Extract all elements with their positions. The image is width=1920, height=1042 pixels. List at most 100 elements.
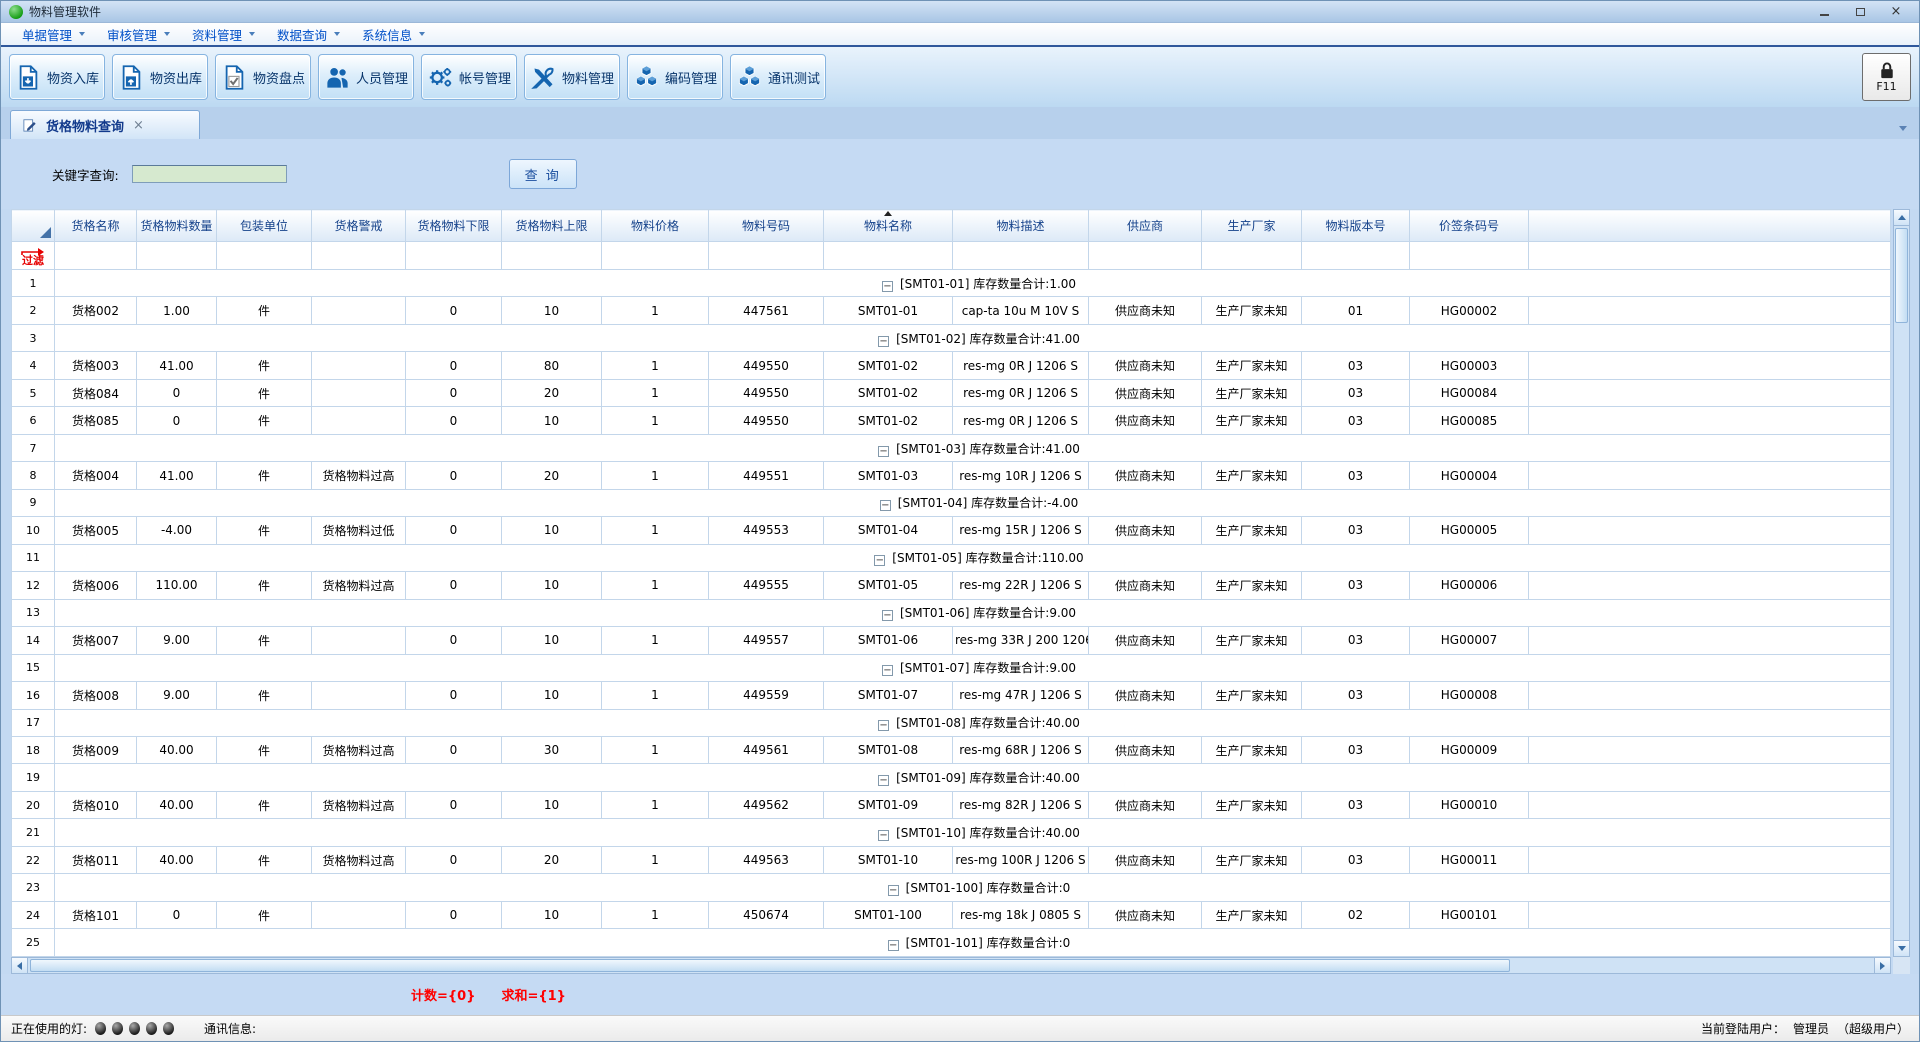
- grid-cell[interactable]: 1: [602, 572, 709, 599]
- comm-test-button[interactable]: 通讯测试: [730, 54, 826, 100]
- group-header-cell[interactable]: −[SMT01-05] 库存数量合计:110.00: [55, 544, 1891, 571]
- grid-cell[interactable]: [312, 297, 406, 324]
- grid-cell[interactable]: 生产厂家未知: [1202, 572, 1302, 599]
- group-header-cell[interactable]: −[SMT01-02] 库存数量合计:41.00: [55, 324, 1891, 351]
- table-row[interactable]: 18货格00940.00件货格物料过高0301449561SMT01-08res…: [12, 736, 1891, 763]
- grid-cell[interactable]: 货格008: [55, 682, 137, 709]
- grid-cell[interactable]: 件: [217, 352, 312, 379]
- grid-cell[interactable]: HG00002: [1410, 297, 1529, 324]
- grid-cell[interactable]: 03: [1302, 379, 1410, 406]
- group-row[interactable]: 19−[SMT01-09] 库存数量合计:40.00: [12, 764, 1891, 791]
- query-button[interactable]: 查 询: [509, 159, 577, 189]
- grid-cell[interactable]: 货格084: [55, 379, 137, 406]
- collapse-icon[interactable]: −: [878, 336, 889, 347]
- group-row[interactable]: 21−[SMT01-10] 库存数量合计:40.00: [12, 819, 1891, 846]
- filter-cell[interactable]: [406, 242, 502, 270]
- column-header-sorted[interactable]: 物料名称: [824, 210, 953, 242]
- grid-cell[interactable]: 449557: [709, 627, 824, 654]
- grid-cell[interactable]: 生产厂家未知: [1202, 682, 1302, 709]
- warning-cell[interactable]: 货格物料过高: [312, 791, 406, 818]
- table-row[interactable]: 20货格01040.00件货格物料过高0101449562SMT01-09res…: [12, 791, 1891, 818]
- grid-cell[interactable]: [312, 901, 406, 928]
- grid-cell[interactable]: 03: [1302, 627, 1410, 654]
- grid-cell[interactable]: -4.00: [137, 517, 217, 544]
- grid-cell[interactable]: SMT01-09: [824, 791, 953, 818]
- grid-cell[interactable]: res-mg 0R J 1206 S: [953, 379, 1089, 406]
- grid-cell[interactable]: [312, 627, 406, 654]
- grid-cell[interactable]: SMT01-07: [824, 682, 953, 709]
- column-header[interactable]: 物料描述: [953, 210, 1089, 242]
- grid-cell[interactable]: 1: [602, 736, 709, 763]
- grid-cell[interactable]: [312, 352, 406, 379]
- group-header-cell[interactable]: −[SMT01-06] 库存数量合计:9.00: [55, 599, 1891, 626]
- grid-cell[interactable]: 03: [1302, 517, 1410, 544]
- grid-cell[interactable]: 0: [406, 682, 502, 709]
- column-header[interactable]: 物料版本号: [1302, 210, 1410, 242]
- grid-cell[interactable]: 件: [217, 379, 312, 406]
- filter-indicator[interactable]: 过滤: [12, 242, 55, 270]
- grid-cell[interactable]: res-mg 15R J 1206 S: [953, 517, 1089, 544]
- grid-cell[interactable]: 件: [217, 517, 312, 544]
- grid-cell[interactable]: 货格101: [55, 901, 137, 928]
- table-row[interactable]: 10货格005-4.00件货格物料过低0101449553SMT01-04res…: [12, 517, 1891, 544]
- column-header[interactable]: 生产厂家: [1202, 210, 1302, 242]
- material-management-button[interactable]: 物料管理: [524, 54, 620, 100]
- grid-cell[interactable]: 0: [406, 901, 502, 928]
- warning-cell[interactable]: 货格物料过高: [312, 462, 406, 489]
- grid-cell[interactable]: 449550: [709, 407, 824, 434]
- grid-cell[interactable]: 40.00: [137, 846, 217, 873]
- grid-cell[interactable]: 449550: [709, 379, 824, 406]
- group-header-cell[interactable]: −[SMT01-09] 库存数量合计:40.00: [55, 764, 1891, 791]
- grid-cell[interactable]: SMT01-04: [824, 517, 953, 544]
- tab-list-chevron-icon[interactable]: [1899, 126, 1907, 131]
- grid-cell[interactable]: 供应商未知: [1089, 517, 1202, 544]
- group-header-cell[interactable]: −[SMT01-01] 库存数量合计:1.00: [55, 270, 1891, 297]
- grid-cell[interactable]: HG00011: [1410, 846, 1529, 873]
- grid-cell[interactable]: 供应商未知: [1089, 791, 1202, 818]
- grid-cell[interactable]: SMT01-100: [824, 901, 953, 928]
- grid-cell[interactable]: SMT01-10: [824, 846, 953, 873]
- collapse-icon[interactable]: −: [882, 610, 893, 621]
- grid-cell[interactable]: HG00007: [1410, 627, 1529, 654]
- grid-cell[interactable]: HG00005: [1410, 517, 1529, 544]
- grid-cell[interactable]: 生产厂家未知: [1202, 791, 1302, 818]
- grid-cell[interactable]: 货格007: [55, 627, 137, 654]
- column-header[interactable]: 货格警戒: [312, 210, 406, 242]
- grid-cell[interactable]: 03: [1302, 846, 1410, 873]
- grid-cell[interactable]: 件: [217, 791, 312, 818]
- tab-cargo-material-query[interactable]: 货格物料查询 ×: [10, 110, 200, 139]
- grid-cell[interactable]: 10: [502, 682, 602, 709]
- menu-item-data-query[interactable]: 数据查询: [266, 23, 351, 45]
- grid-cell[interactable]: res-mg 68R J 1206 S: [953, 736, 1089, 763]
- material-inbound-button[interactable]: 物资入库: [9, 54, 105, 100]
- table-row[interactable]: 2货格0021.00件0101447561SMT01-01cap-ta 10u …: [12, 297, 1891, 324]
- filter-cell[interactable]: [709, 242, 824, 270]
- group-row[interactable]: 3−[SMT01-02] 库存数量合计:41.00: [12, 324, 1891, 351]
- grid-cell[interactable]: 0: [137, 379, 217, 406]
- grid-cell[interactable]: 02: [1302, 901, 1410, 928]
- group-header-cell[interactable]: −[SMT01-04] 库存数量合计:-4.00: [55, 489, 1891, 516]
- vertical-scrollbar[interactable]: [1893, 209, 1910, 957]
- grid-cell[interactable]: 生产厂家未知: [1202, 846, 1302, 873]
- grid-cell[interactable]: 供应商未知: [1089, 846, 1202, 873]
- grid-cell[interactable]: 件: [217, 407, 312, 434]
- grid-cell[interactable]: HG00084: [1410, 379, 1529, 406]
- grid-cell[interactable]: 449561: [709, 736, 824, 763]
- grid-cell[interactable]: 449562: [709, 791, 824, 818]
- grid-cell[interactable]: HG00085: [1410, 407, 1529, 434]
- warning-cell[interactable]: 货格物料过高: [312, 846, 406, 873]
- group-header-cell[interactable]: −[SMT01-03] 库存数量合计:41.00: [55, 434, 1891, 461]
- grid-cell[interactable]: 供应商未知: [1089, 407, 1202, 434]
- group-row[interactable]: 23−[SMT01-100] 库存数量合计:0: [12, 874, 1891, 901]
- grid-cell[interactable]: 40.00: [137, 736, 217, 763]
- grid-cell[interactable]: 10: [502, 791, 602, 818]
- grid-cell[interactable]: 货格085: [55, 407, 137, 434]
- grid-cell[interactable]: 件: [217, 572, 312, 599]
- table-row[interactable]: 12货格006110.00件货格物料过高0101449555SMT01-05re…: [12, 572, 1891, 599]
- corner-cell[interactable]: [12, 210, 55, 242]
- grid-cell[interactable]: SMT01-02: [824, 352, 953, 379]
- vertical-scroll-thumb[interactable]: [1895, 228, 1908, 323]
- grid-cell[interactable]: 供应商未知: [1089, 297, 1202, 324]
- warning-cell[interactable]: 货格物料过高: [312, 736, 406, 763]
- grid-cell[interactable]: SMT01-06: [824, 627, 953, 654]
